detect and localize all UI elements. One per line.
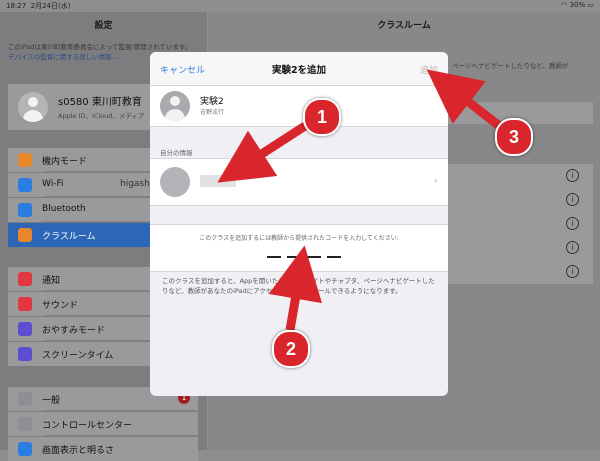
arrow-1 bbox=[217, 122, 308, 183]
arrow-3 bbox=[426, 69, 505, 132]
step-marker-1: 1 bbox=[303, 98, 341, 136]
step-marker-2: 2 bbox=[272, 330, 310, 368]
annotation-arrows bbox=[217, 69, 505, 331]
arrow-2 bbox=[268, 245, 323, 331]
step-marker-3: 3 bbox=[495, 118, 533, 156]
